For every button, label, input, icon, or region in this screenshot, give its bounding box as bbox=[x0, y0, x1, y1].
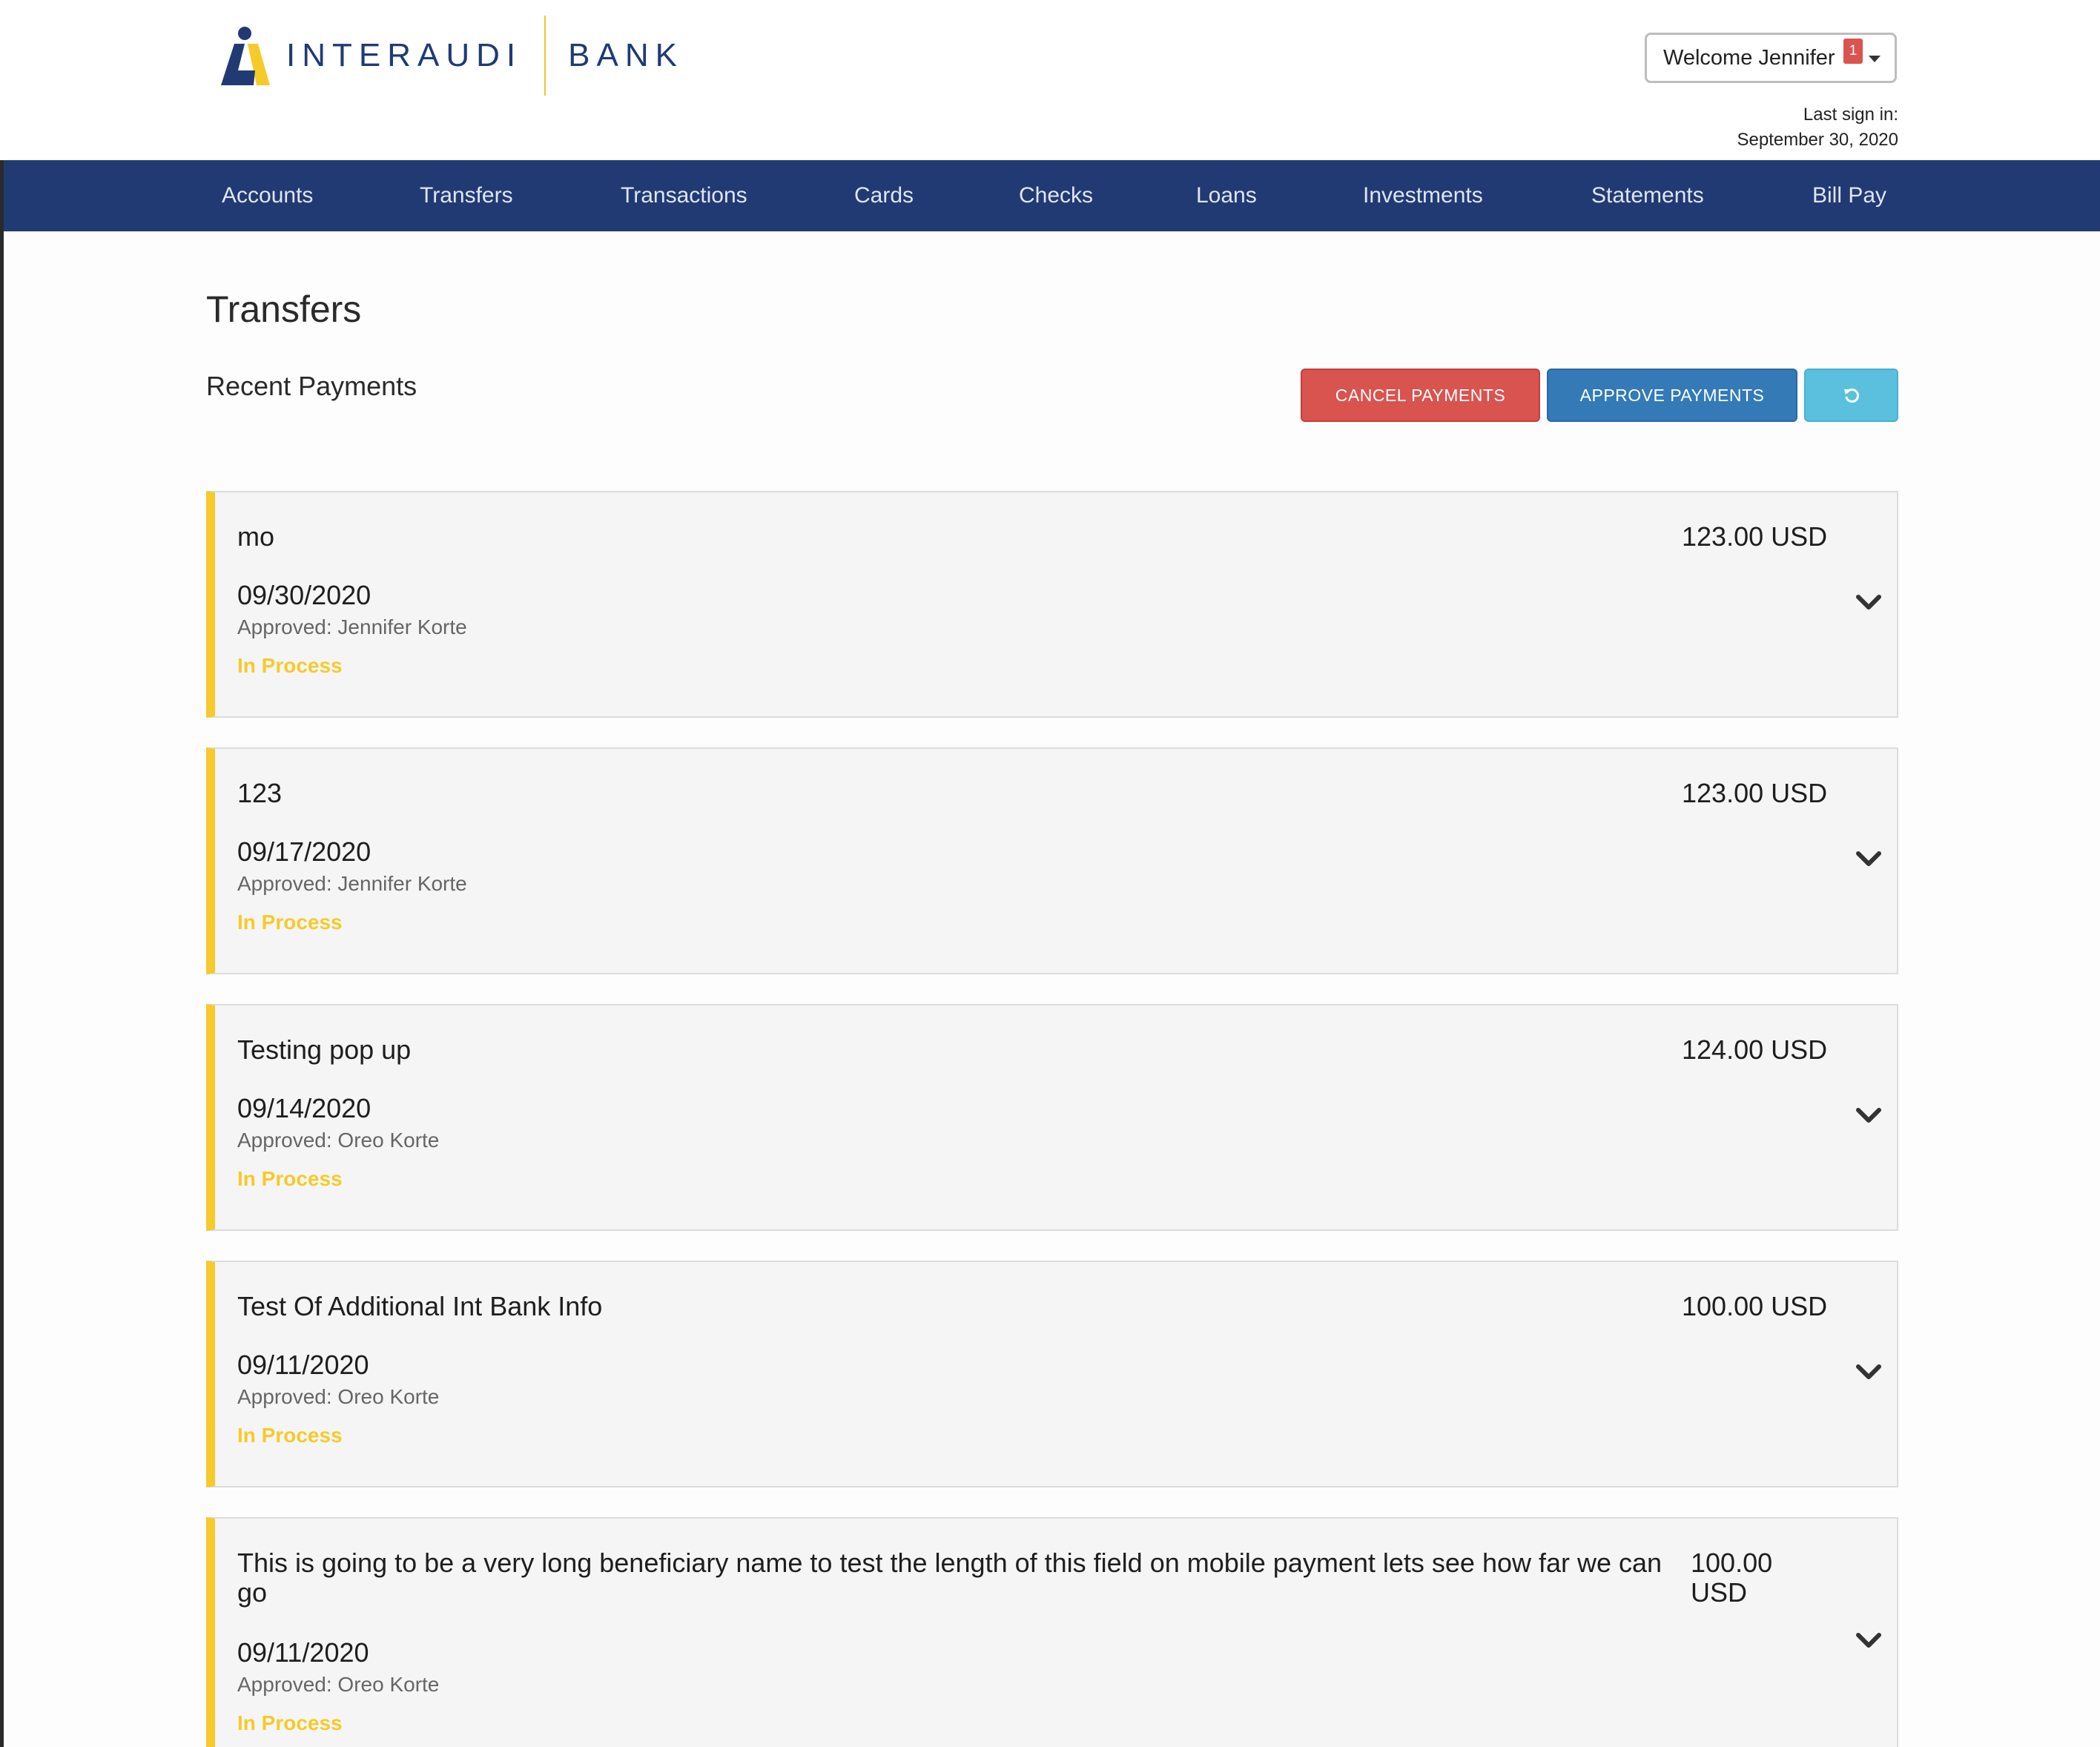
payment-card[interactable]: 123 123.00 USD 09/17/2020 Approved: Jenn… bbox=[206, 747, 1898, 974]
payment-card[interactable]: mo 123.00 USD 09/30/2020 Approved: Jenni… bbox=[206, 491, 1898, 718]
nav-item-bill-pay[interactable]: Bill Pay bbox=[1812, 160, 1886, 231]
approved-by: Approved: Jennifer Korte bbox=[237, 872, 467, 895]
refresh-icon bbox=[1843, 389, 1859, 403]
payment-card[interactable]: This is going to be a very long benefici… bbox=[206, 1517, 1898, 1747]
payment-date: 09/17/2020 bbox=[237, 836, 372, 867]
chevron-down-icon[interactable] bbox=[1854, 848, 1883, 871]
beneficiary-name: 123 bbox=[237, 778, 283, 808]
status-badge: In Process bbox=[237, 1424, 343, 1447]
payment-amount: 124.00 USD bbox=[1682, 1034, 1828, 1065]
approved-by: Approved: Oreo Korte bbox=[237, 1385, 440, 1408]
payment-amount: 123.00 USD bbox=[1682, 778, 1828, 808]
caret-down-icon bbox=[1869, 56, 1881, 62]
refresh-button[interactable] bbox=[1804, 369, 1898, 422]
beneficiary-name: mo bbox=[237, 521, 275, 552]
logo-text-bank: BANK bbox=[568, 37, 684, 73]
beneficiary-name: Test Of Additional Int Bank Info bbox=[237, 1291, 603, 1321]
welcome-text: Welcome Jennifer bbox=[1663, 45, 1835, 70]
nav-item-transfers[interactable]: Transfers bbox=[420, 160, 513, 231]
approved-by: Approved: Oreo Korte bbox=[237, 1673, 440, 1696]
logo-text-interaudi: INTERAUDI bbox=[286, 37, 523, 73]
header: INTERAUDI BANK Welcome Jennifer 1 Last s… bbox=[0, 0, 2100, 160]
beneficiary-name: This is going to be a very long benefici… bbox=[237, 1548, 1662, 1608]
payment-date: 09/30/2020 bbox=[237, 580, 372, 610]
window-left-edge bbox=[0, 0, 4, 1747]
payment-amount: 123.00 USD bbox=[1682, 521, 1828, 552]
payment-date: 09/11/2020 bbox=[237, 1350, 369, 1380]
logo-divider bbox=[544, 16, 547, 96]
nav-item-statements[interactable]: Statements bbox=[1591, 160, 1704, 231]
status-badge: In Process bbox=[237, 1167, 343, 1190]
chevron-down-icon[interactable] bbox=[1854, 592, 1883, 614]
nav-item-transactions[interactable]: Transactions bbox=[621, 160, 747, 231]
beneficiary-name: Testing pop up bbox=[237, 1034, 412, 1065]
section-title: Recent Payments bbox=[206, 371, 417, 401]
chevron-down-icon[interactable] bbox=[1854, 1361, 1883, 1384]
bank-logo-icon bbox=[221, 27, 270, 85]
payment-amount: 100.00 USD bbox=[1691, 1548, 1773, 1608]
nav-item-cards[interactable]: Cards bbox=[854, 160, 914, 231]
last-sign-in-date: September 30, 2020 bbox=[1737, 130, 1899, 150]
nav-item-investments[interactable]: Investments bbox=[1363, 160, 1483, 231]
bank-logo[interactable]: INTERAUDI BANK bbox=[219, 15, 684, 96]
user-menu-dropdown[interactable]: Welcome Jennifer 1 bbox=[1645, 33, 1897, 83]
nav-item-loans[interactable]: Loans bbox=[1196, 160, 1257, 231]
approve-payments-button[interactable]: APPROVE PAYMENTS bbox=[1547, 369, 1797, 422]
status-badge: In Process bbox=[237, 654, 343, 677]
last-sign-in: Last sign in: September 30, 2020 bbox=[1737, 102, 1899, 153]
payment-amount: 100.00 USD bbox=[1682, 1291, 1828, 1321]
status-badge: In Process bbox=[237, 1711, 343, 1734]
approved-by: Approved: Oreo Korte bbox=[237, 1129, 440, 1152]
status-badge: In Process bbox=[237, 911, 343, 934]
approved-by: Approved: Jennifer Korte bbox=[237, 615, 467, 638]
nav-item-checks[interactable]: Checks bbox=[1019, 160, 1093, 231]
page-title: Transfers bbox=[206, 288, 362, 330]
payment-date: 09/14/2020 bbox=[237, 1093, 372, 1123]
main-nav: Accounts Transfers Transactions Cards Ch… bbox=[4, 160, 2100, 231]
chevron-down-icon[interactable] bbox=[1854, 1105, 1883, 1127]
last-sign-in-label: Last sign in: bbox=[1803, 105, 1898, 125]
payment-card[interactable]: Testing pop up 124.00 USD 09/14/2020 App… bbox=[206, 1004, 1898, 1231]
nav-item-accounts[interactable]: Accounts bbox=[222, 160, 313, 231]
chevron-down-icon[interactable] bbox=[1854, 1630, 1883, 1652]
payment-date: 09/11/2020 bbox=[237, 1637, 369, 1668]
cancel-payments-button[interactable]: CANCEL PAYMENTS bbox=[1301, 369, 1540, 422]
payment-card[interactable]: Test Of Additional Int Bank Info 100.00 … bbox=[206, 1261, 1898, 1487]
notification-badge: 1 bbox=[1843, 39, 1863, 64]
